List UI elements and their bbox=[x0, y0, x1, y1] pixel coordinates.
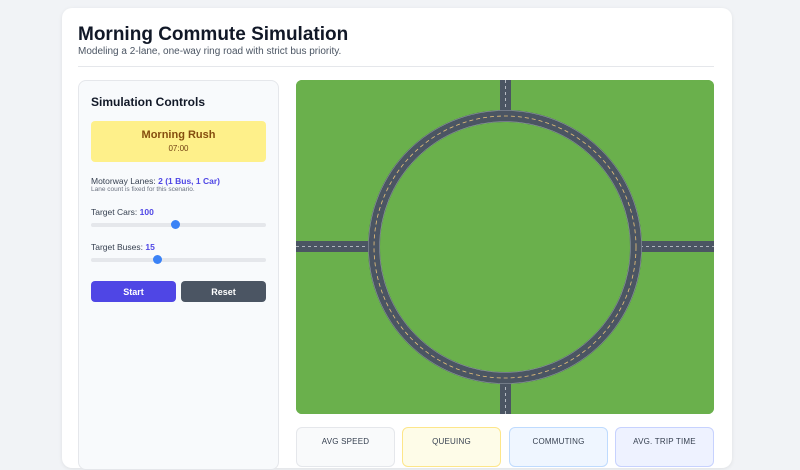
target-buses-label-row: Target Buses: 15 bbox=[91, 242, 155, 252]
scenario-badge: Morning Rush 07:00 bbox=[91, 121, 266, 162]
controls-panel: Simulation Controls Morning Rush 07:00 M… bbox=[78, 80, 279, 470]
header-divider bbox=[78, 66, 714, 67]
scenario-name: Morning Rush bbox=[141, 129, 216, 141]
reset-button[interactable]: Reset bbox=[181, 281, 266, 302]
scenario-time: 07:00 bbox=[168, 144, 189, 153]
target-cars-label-row: Target Cars: 100 bbox=[91, 207, 154, 217]
page-title: Morning Commute Simulation bbox=[78, 24, 349, 45]
target-buses-value: 15 bbox=[145, 242, 155, 252]
lanes-value: 2 (1 Bus, 1 Car) bbox=[158, 176, 220, 186]
ring-road-map bbox=[296, 80, 714, 414]
controls-title: Simulation Controls bbox=[91, 95, 205, 109]
target-buses-slider-thumb[interactable] bbox=[153, 255, 162, 264]
lanes-label: Motorway Lanes: bbox=[91, 176, 156, 186]
stat-queuing: QUEUING bbox=[402, 427, 501, 467]
simulation-card: Morning Commute Simulation Modeling a 2-… bbox=[62, 8, 732, 470]
target-cars-slider-thumb[interactable] bbox=[170, 220, 180, 229]
target-buses-label: Target Buses: bbox=[91, 242, 143, 252]
page-subtitle: Modeling a 2-lane, one-way ring road wit… bbox=[78, 46, 342, 57]
start-button[interactable]: Start bbox=[91, 281, 176, 302]
stat-commuting-label: COMMUTING bbox=[532, 437, 585, 446]
target-cars-slider[interactable] bbox=[91, 220, 266, 229]
target-cars-value: 100 bbox=[139, 207, 154, 217]
stat-avg-speed-label: AVG SPEED bbox=[321, 437, 370, 446]
ring-road-canvas bbox=[296, 80, 714, 414]
stat-avg-trip-time-label: AVG. TRIP TIME bbox=[633, 437, 696, 446]
target-buses-slider[interactable] bbox=[91, 255, 266, 264]
stat-avg-speed: AVG SPEED bbox=[296, 427, 395, 467]
target-cars-label: Target Cars: bbox=[91, 207, 138, 217]
stat-commuting: COMMUTING bbox=[509, 427, 608, 467]
lanes-note: Lane count is fixed for this scenario. bbox=[91, 186, 195, 193]
lanes-info: Motorway Lanes: 2 (1 Bus, 1 Car) bbox=[91, 176, 220, 186]
stat-avg-trip-time: AVG. TRIP TIME bbox=[615, 427, 714, 467]
stat-queuing-label: QUEUING bbox=[432, 437, 471, 446]
